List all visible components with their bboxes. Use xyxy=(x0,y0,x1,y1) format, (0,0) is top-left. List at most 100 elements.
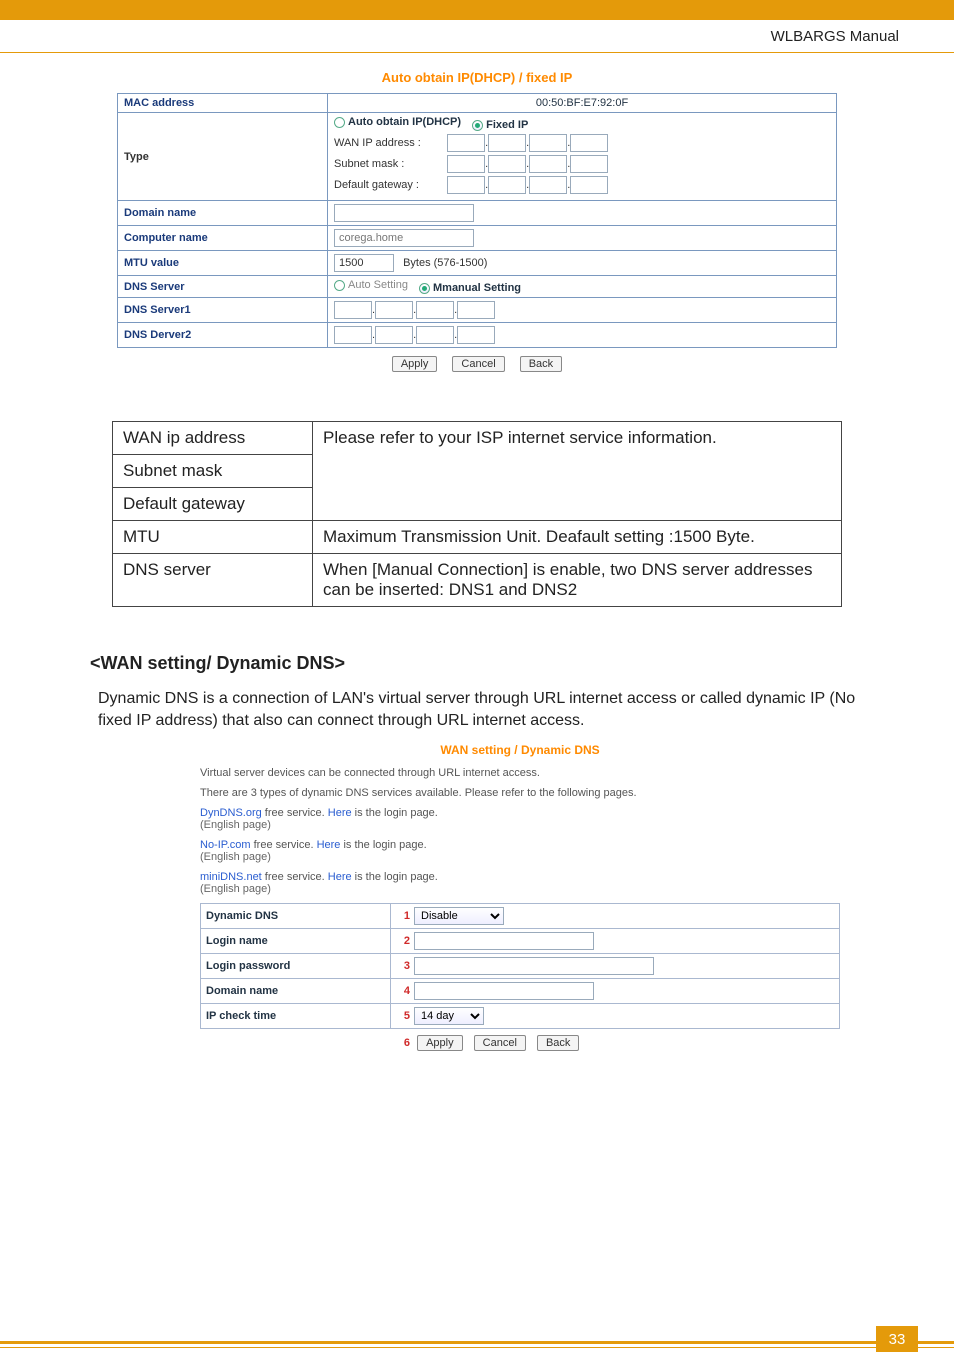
svc2-tail: is the login page. xyxy=(340,839,426,851)
svc3-tail: is the login page. xyxy=(352,871,438,883)
section-paragraph: Dynamic DNS is a connection of LAN's vir… xyxy=(98,688,864,731)
wan-ip-input[interactable] xyxy=(447,134,485,152)
wan-ip-input[interactable] xyxy=(570,134,608,152)
wan-ip-input[interactable] xyxy=(488,134,526,152)
page-number: 33 xyxy=(876,1326,918,1352)
radio-fixed-ip[interactable]: Fixed IP xyxy=(472,119,528,131)
callout-4: 4 xyxy=(396,985,410,997)
gateway-label: Default gateway : xyxy=(334,179,444,191)
mac-address-label: MAC address xyxy=(118,94,328,113)
callout-3: 3 xyxy=(396,960,410,972)
login-password-label: Login password xyxy=(201,954,391,979)
svc1-rest: free service. xyxy=(262,807,328,819)
dns2-label: DNS Derver2 xyxy=(118,323,328,348)
login-name-input[interactable] xyxy=(414,932,594,950)
ddns-intro-1: Virtual server devices can be connected … xyxy=(200,767,840,779)
screenshot-auto-obtain-ip: Auto obtain IP(DHCP) / fixed IP MAC addr… xyxy=(90,63,864,391)
radio-fixed-label: Fixed IP xyxy=(486,119,528,131)
minidns-here-link[interactable]: Here xyxy=(328,871,352,883)
description-table: WAN ip address Please refer to your ISP … xyxy=(112,421,842,607)
cancel-button[interactable]: Cancel xyxy=(474,1035,526,1051)
radio-manual-setting[interactable]: Mmanual Setting xyxy=(419,282,521,294)
ddns-select[interactable]: Disable xyxy=(414,907,504,925)
wan-ip-input[interactable] xyxy=(529,134,567,152)
mtu-hint: Bytes (576-1500) xyxy=(403,257,487,269)
dns1-input[interactable] xyxy=(416,301,454,319)
ip-check-select[interactable]: 14 day xyxy=(414,1007,484,1025)
ddns-domain-label: Domain name xyxy=(201,979,391,1004)
gateway-input[interactable] xyxy=(570,176,608,194)
dns1-input[interactable] xyxy=(375,301,413,319)
wan-ip-label: WAN IP address : xyxy=(334,137,444,149)
login-name-label: Login name xyxy=(201,929,391,954)
header-rule xyxy=(0,52,954,53)
ddns-form-table: Dynamic DNS 1Disable Login name 2 Login … xyxy=(200,903,840,1029)
gateway-input[interactable] xyxy=(529,176,567,194)
mac-address-value: 00:50:BF:E7:92:0F xyxy=(328,94,837,113)
svc2-sub: (English page) xyxy=(200,851,271,863)
screenshot2-title: WAN setting / Dynamic DNS xyxy=(200,743,840,757)
back-button[interactable]: Back xyxy=(537,1035,579,1051)
subnet-input[interactable] xyxy=(488,155,526,173)
type-cell: Auto obtain IP(DHCP) Fixed IP WAN IP add… xyxy=(328,113,837,201)
radio-icon xyxy=(334,280,345,291)
manual-title: WLBARGS Manual xyxy=(771,28,899,45)
dyndns-here-link[interactable]: Here xyxy=(328,807,352,819)
manual-setting-label: Mmanual Setting xyxy=(433,282,521,294)
dyndns-link[interactable]: DynDNS.org xyxy=(200,807,262,819)
login-password-input[interactable] xyxy=(414,957,654,975)
ddns-domain-input[interactable] xyxy=(414,982,594,1000)
noip-here-link[interactable]: Here xyxy=(317,839,341,851)
dns2-input[interactable] xyxy=(375,326,413,344)
svc1-sub: (English page) xyxy=(200,819,271,831)
svc3-rest: free service. xyxy=(262,871,328,883)
callout-5: 5 xyxy=(396,1010,410,1022)
subnet-input[interactable] xyxy=(529,155,567,173)
radio-auto-obtain[interactable]: Auto obtain IP(DHCP) xyxy=(334,116,461,128)
radio-auto-label: Auto obtain IP(DHCP) xyxy=(348,116,461,128)
desc-dns-key: DNS server xyxy=(113,554,313,607)
radio-icon xyxy=(334,117,345,128)
dns1-input[interactable] xyxy=(334,301,372,319)
noip-link[interactable]: No-IP.com xyxy=(200,839,251,851)
desc-dns-value: When [Manual Connection] is enable, two … xyxy=(313,554,842,607)
screenshot1-table: MAC address 00:50:BF:E7:92:0F Type Auto … xyxy=(117,93,837,348)
svc3-sub: (English page) xyxy=(200,883,271,895)
gateway-input[interactable] xyxy=(447,176,485,194)
svc1-tail: is the login page. xyxy=(352,807,438,819)
dns2-input[interactable] xyxy=(416,326,454,344)
minidns-link[interactable]: miniDNS.net xyxy=(200,871,262,883)
dns2-input[interactable] xyxy=(457,326,495,344)
desc-gateway-key: Default gateway xyxy=(113,488,313,521)
subnet-input[interactable] xyxy=(570,155,608,173)
top-accent-bar xyxy=(0,0,954,20)
desc-mtu-key: MTU xyxy=(113,521,313,554)
type-label: Type xyxy=(118,113,328,201)
mtu-input[interactable] xyxy=(334,254,394,272)
domain-name-label: Domain name xyxy=(118,201,328,226)
footer-rule-thick xyxy=(0,1341,954,1344)
svc2-rest: free service. xyxy=(251,839,317,851)
ddns-intro-2: There are 3 types of dynamic DNS service… xyxy=(200,787,840,799)
apply-button[interactable]: Apply xyxy=(417,1035,463,1051)
subnet-input[interactable] xyxy=(447,155,485,173)
domain-name-input[interactable] xyxy=(334,204,474,222)
back-button[interactable]: Back xyxy=(520,356,562,372)
cancel-button[interactable]: Cancel xyxy=(452,356,504,372)
auto-setting-label: Auto Setting xyxy=(348,279,408,291)
computer-name-input[interactable] xyxy=(334,229,474,247)
screenshot1-title: Auto obtain IP(DHCP) / fixed IP xyxy=(91,70,863,85)
desc-subnet-key: Subnet mask xyxy=(113,455,313,488)
dns2-input[interactable] xyxy=(334,326,372,344)
mtu-label: MTU value xyxy=(118,251,328,276)
apply-button[interactable]: Apply xyxy=(392,356,438,372)
gateway-input[interactable] xyxy=(488,176,526,194)
radio-auto-setting[interactable]: Auto Setting xyxy=(334,279,408,291)
desc-isp-value: Please refer to your ISP internet servic… xyxy=(313,422,842,521)
callout-1: 1 xyxy=(396,910,410,922)
radio-icon xyxy=(419,283,430,294)
dns1-input[interactable] xyxy=(457,301,495,319)
ddns-label: Dynamic DNS xyxy=(201,904,391,929)
desc-mtu-value: Maximum Transmission Unit. Deafault sett… xyxy=(313,521,842,554)
footer-rule-thin xyxy=(0,1347,954,1348)
